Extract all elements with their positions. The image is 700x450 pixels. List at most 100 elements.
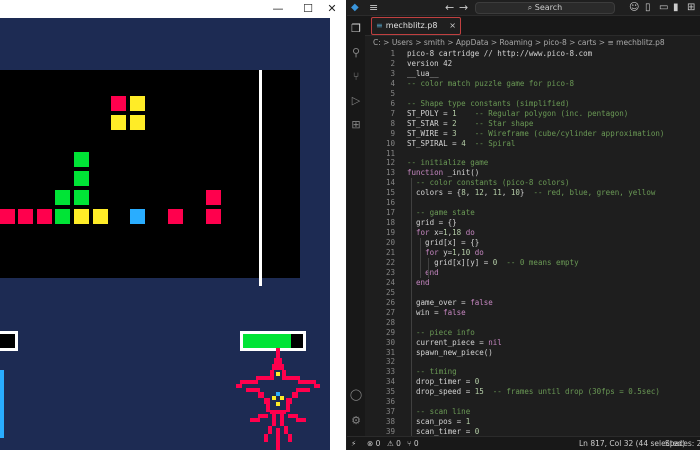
line-number: 23 bbox=[385, 267, 395, 277]
code-line[interactable]: 13 function _init() bbox=[365, 168, 700, 178]
code-line[interactable]: 15 colors = {8, 12, 11, 10} -- red, blue… bbox=[365, 188, 700, 198]
toggle-sidebar-icon[interactable]: ▯ bbox=[645, 1, 651, 15]
line-number: 1 bbox=[390, 49, 395, 58]
line-number: 13 bbox=[385, 168, 395, 178]
ports-count[interactable]: ⑂ 0 bbox=[407, 437, 419, 450]
line-number: 34 bbox=[385, 377, 395, 387]
code-line[interactable]: 36 bbox=[365, 397, 700, 407]
code-line[interactable]: 11 bbox=[365, 149, 700, 159]
code-line[interactable]: 28 bbox=[365, 318, 700, 328]
code-line[interactable]: 6 -- Shape type constants (simplified) bbox=[365, 99, 700, 109]
line-number: 14 bbox=[385, 178, 395, 188]
code-line[interactable]: 1 pico-8 cartridge // http://www.pico-8.c… bbox=[365, 49, 700, 59]
code-line[interactable]: 26 game_over = false bbox=[365, 298, 700, 308]
line-number: 32 bbox=[385, 357, 395, 367]
code-line[interactable]: 10 ST_SPIRAL = 4 -- Spiral bbox=[365, 139, 700, 149]
code-text: -- scan line bbox=[416, 407, 471, 417]
code-text: scan_pos = 1 bbox=[407, 417, 471, 427]
code-line[interactable]: 5 bbox=[365, 89, 700, 99]
code-line[interactable]: 37 -- scan line bbox=[365, 407, 700, 417]
code-line[interactable]: 9 ST_WIRE = 3 -- Wireframe (cube/cylinder… bbox=[365, 129, 700, 139]
code-text: grid = {} bbox=[407, 218, 457, 228]
code-text: ST_WIRE = 3 -- Wireframe (cube/cylinder … bbox=[407, 128, 665, 138]
code-line[interactable]: 29 -- piece info bbox=[365, 328, 700, 338]
remote-icon[interactable]: ⚡ bbox=[351, 437, 356, 450]
menu-button[interactable]: ≡ bbox=[369, 1, 378, 15]
copilot-icon[interactable]: ☺ bbox=[629, 1, 639, 15]
game-window: — ☐ ✕ bbox=[0, 0, 346, 450]
code-text: ST_STAR = 2 -- Star shape bbox=[407, 118, 534, 128]
code-line[interactable]: 39 scan_timer = 0 bbox=[365, 427, 700, 436]
explorer-icon[interactable]: ❐ bbox=[349, 22, 363, 36]
code-editor[interactable]: 1 pico-8 cartridge // http://www.pico-8.c… bbox=[365, 49, 700, 436]
code-line[interactable]: 34 drop_timer = 0 bbox=[365, 377, 700, 387]
code-line[interactable]: 32 bbox=[365, 357, 700, 367]
code-line[interactable]: 25 bbox=[365, 288, 700, 298]
code-text: drop_timer = 0 bbox=[407, 377, 480, 387]
right-meter-track bbox=[243, 334, 303, 348]
search-view-icon[interactable]: ⚲ bbox=[349, 46, 363, 60]
star-sprite-icon bbox=[236, 348, 320, 450]
source-control-icon[interactable]: ⑂ bbox=[349, 70, 363, 84]
account-icon[interactable]: ◯ bbox=[349, 388, 363, 402]
code-line[interactable]: 18 grid = {} bbox=[365, 218, 700, 228]
extensions-icon[interactable]: ⊞ bbox=[349, 118, 363, 132]
line-number: 26 bbox=[385, 297, 395, 307]
code-line[interactable]: 7 ST_POLY = 1 -- Regular polygon (inc. pe… bbox=[365, 109, 700, 119]
line-number: 7 bbox=[390, 108, 395, 118]
code-line[interactable]: 2 version 42 bbox=[365, 59, 700, 69]
code-line[interactable]: 24 end bbox=[365, 278, 700, 288]
forward-button[interactable]: → bbox=[459, 1, 468, 15]
line-number: 6 bbox=[390, 98, 395, 108]
run-debug-icon[interactable]: ▷ bbox=[349, 94, 363, 108]
game-canvas[interactable] bbox=[0, 18, 330, 450]
line-number: 16 bbox=[385, 198, 395, 208]
code-line[interactable]: 22 grid[x][y] = 0 -- 0 means empty bbox=[365, 258, 700, 268]
tab-mechblitz[interactable]: ≡ mechblitz.p8 × bbox=[371, 17, 461, 35]
toggle-panel-icon[interactable]: ▭ bbox=[659, 1, 668, 15]
command-search-box[interactable]: ⌕ Search bbox=[475, 2, 615, 14]
code-line[interactable]: 19 for x=1,18 do bbox=[365, 228, 700, 238]
line-number: 5 bbox=[390, 88, 395, 98]
line-number: 11 bbox=[385, 148, 395, 158]
code-line[interactable]: 30 current_piece = nil bbox=[365, 338, 700, 348]
code-line[interactable]: 21 for y=1,10 do bbox=[365, 248, 700, 258]
green-stack-block bbox=[55, 190, 70, 205]
code-line[interactable]: 20 grid[x] = {} bbox=[365, 238, 700, 248]
line-number: 15 bbox=[385, 188, 395, 198]
errors-count[interactable]: ⊗ 0 bbox=[367, 437, 380, 450]
game-window-frame bbox=[330, 18, 346, 450]
code-line[interactable]: 4 -- color match puzzle game for pico-8 bbox=[365, 79, 700, 89]
code-line[interactable]: 3 __lua__ bbox=[365, 69, 700, 79]
line-number: 36 bbox=[385, 397, 395, 407]
code-line[interactable]: 31 spawn_new_piece() bbox=[365, 348, 700, 358]
code-text: for x=1,18 do bbox=[416, 228, 475, 238]
line-number: 29 bbox=[385, 327, 395, 337]
layout-icon[interactable]: ⊞ bbox=[687, 1, 695, 15]
code-line[interactable]: 16 bbox=[365, 198, 700, 208]
breadcrumb[interactable]: C: > Users > smith > AppData > Roaming >… bbox=[373, 37, 665, 49]
line-number: 27 bbox=[385, 307, 395, 317]
toggle-secondary-sidebar-icon[interactable]: ▮ bbox=[673, 1, 679, 15]
code-line[interactable]: 38 scan_pos = 1 bbox=[365, 417, 700, 427]
code-line[interactable]: 33 -- timing bbox=[365, 367, 700, 377]
code-line[interactable]: 8 ST_STAR = 2 -- Star shape bbox=[365, 119, 700, 129]
code-line[interactable]: 23 end bbox=[365, 268, 700, 278]
tab-close-icon[interactable]: × bbox=[449, 18, 456, 34]
falling-piece-block bbox=[111, 96, 126, 111]
code-line[interactable]: 35 drop_speed = 15 -- frames until drop … bbox=[365, 387, 700, 397]
indentation-setting[interactable]: Spaces: 2 bbox=[665, 437, 700, 450]
line-number: 12 bbox=[385, 158, 395, 168]
close-button[interactable]: ✕ bbox=[318, 0, 346, 18]
code-line[interactable]: 14 -- color constants (pico-8 colors) bbox=[365, 178, 700, 188]
code-line[interactable]: 27 win = false bbox=[365, 308, 700, 318]
settings-gear-icon[interactable]: ⚙ bbox=[349, 414, 363, 428]
stack-block bbox=[18, 209, 33, 224]
code-line[interactable]: 17 -- game state bbox=[365, 208, 700, 218]
back-button[interactable]: ← bbox=[445, 1, 454, 15]
code-text: -- game state bbox=[416, 208, 475, 218]
code-line[interactable]: 12 -- initialize game bbox=[365, 158, 700, 168]
warnings-count[interactable]: ⚠ 0 bbox=[387, 437, 401, 450]
minimize-button[interactable]: — bbox=[264, 0, 292, 18]
code-text: win = false bbox=[407, 307, 466, 317]
